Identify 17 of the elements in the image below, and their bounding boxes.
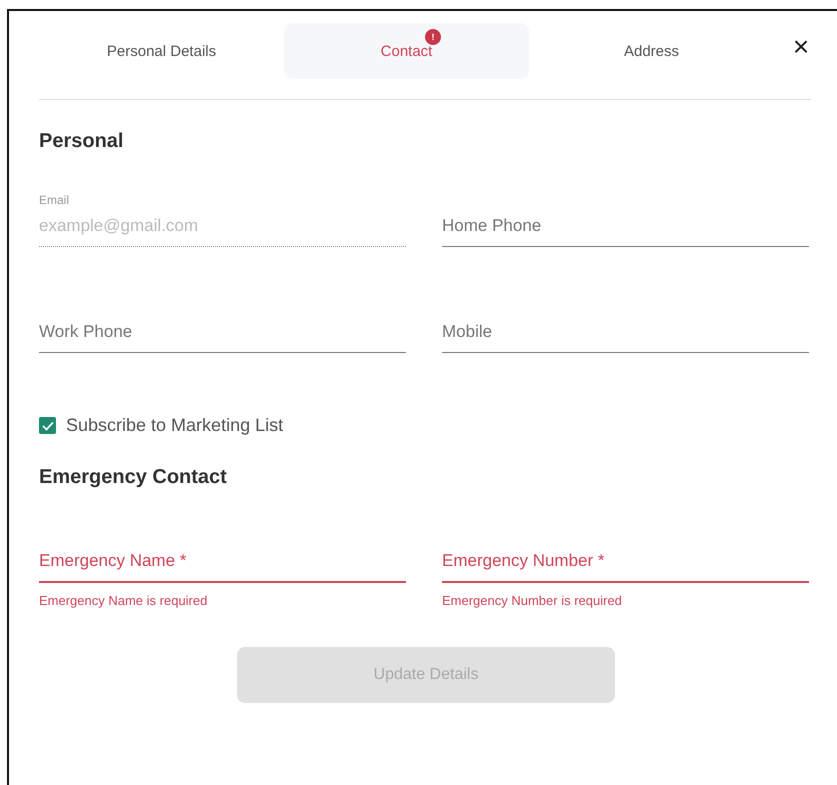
tab[interactable]: Address — [529, 23, 774, 79]
input-field[interactable]: Mobile — [442, 322, 809, 353]
checkbox-label: Subscribe to Marketing List — [66, 415, 284, 436]
input-field[interactable]: Home Phone — [442, 216, 809, 247]
error-message: Emergency Number is required — [442, 593, 622, 608]
field-label: Email — [39, 193, 70, 207]
alert-badge: ! — [425, 29, 441, 45]
checkbox[interactable] — [39, 417, 56, 434]
section-heading: Personal — [39, 130, 124, 153]
section-heading: Emergency Contact — [39, 466, 228, 489]
input-field[interactable]: Emergency Number * — [442, 551, 809, 583]
tab[interactable]: Personal Details — [39, 23, 284, 79]
tab[interactable]: Contact ! — [284, 23, 529, 79]
input-field[interactable]: Emergency Name * — [39, 551, 406, 583]
error-message: Emergency Name is required — [39, 593, 208, 608]
close-button[interactable]: × — [789, 33, 813, 61]
input-field[interactable]: Work Phone — [39, 322, 406, 353]
